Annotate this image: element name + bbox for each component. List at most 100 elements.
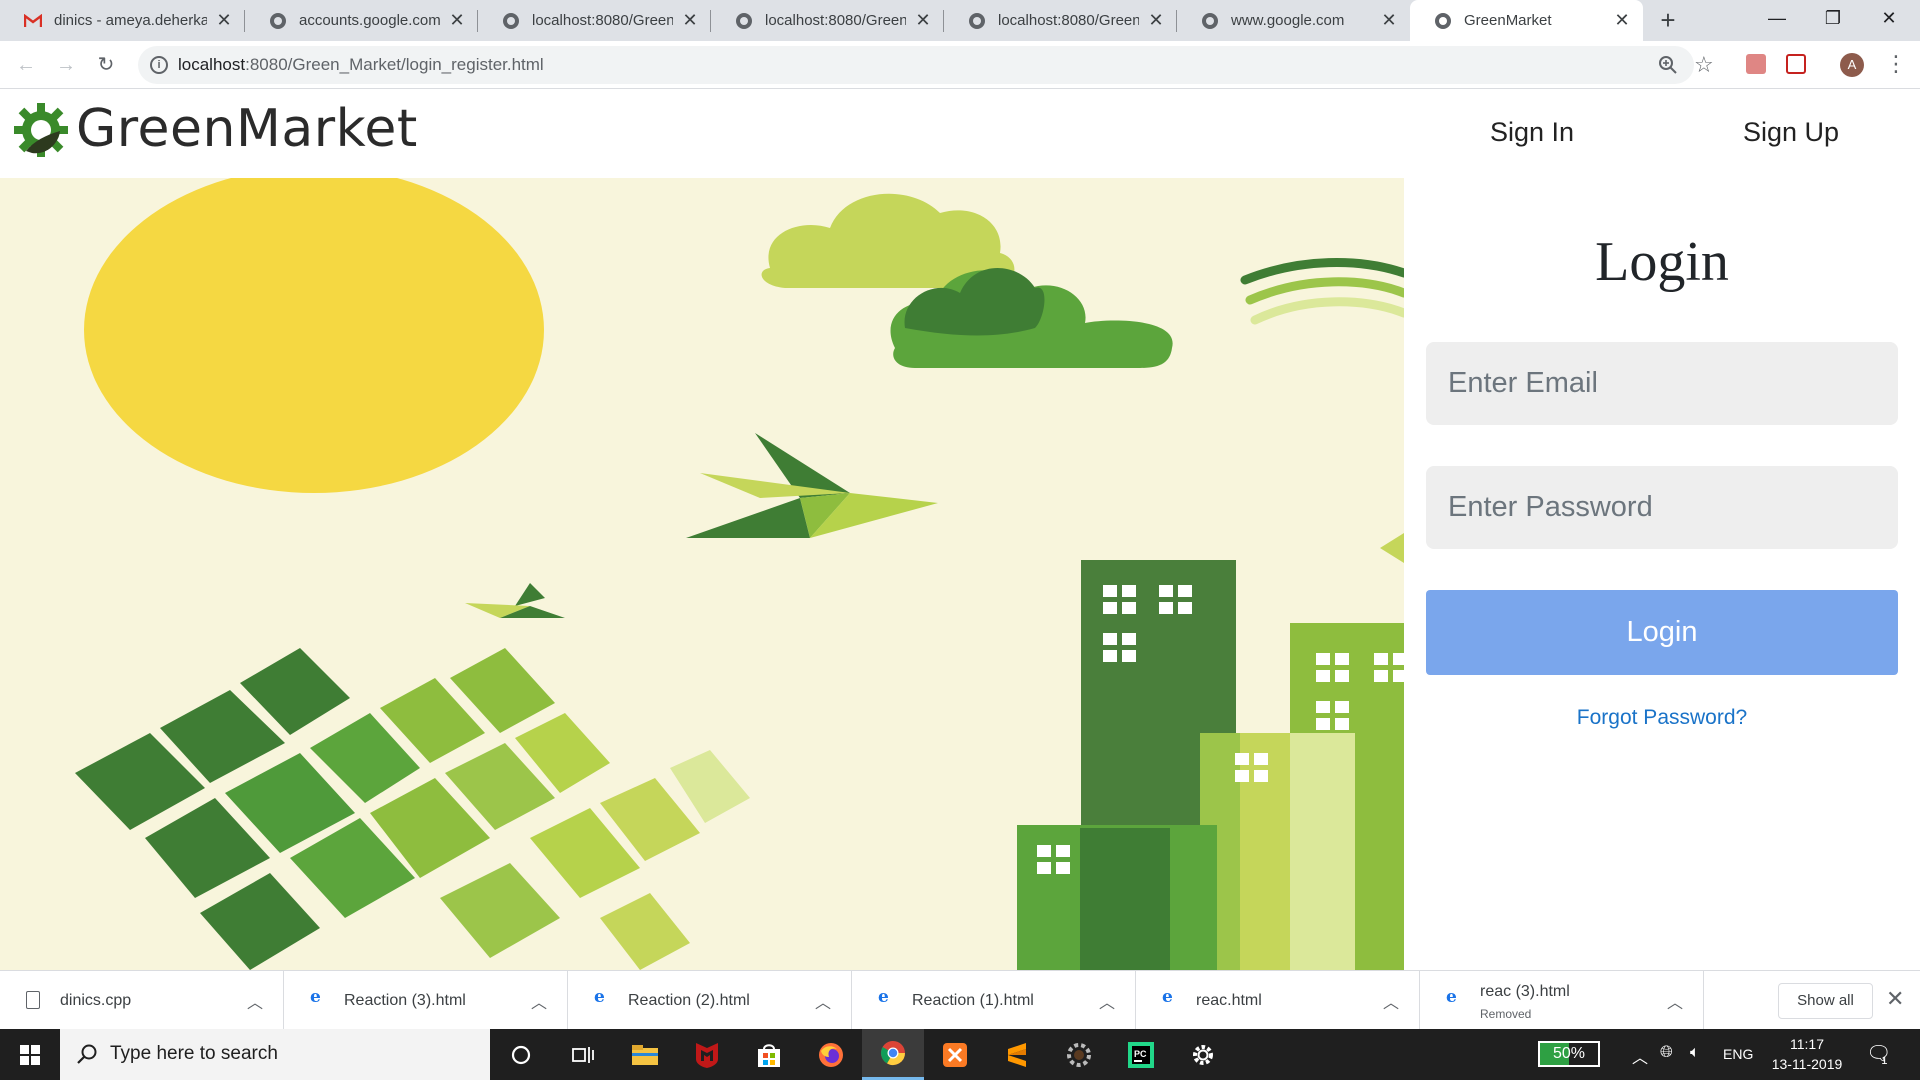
brand-name[interactable]: GreenMarket xyxy=(76,99,418,159)
chevron-up-icon[interactable]: ︿ xyxy=(815,989,831,1013)
tab-accounts-google[interactable]: accounts.google.com ✕ xyxy=(245,0,478,41)
search-placeholder: Type here to search xyxy=(110,1043,278,1064)
globe-icon xyxy=(502,12,520,30)
close-tab-icon[interactable]: ✕ xyxy=(215,10,233,31)
language-indicator[interactable]: ENG xyxy=(1723,1046,1753,1062)
forgot-password-link[interactable]: Forgot Password? xyxy=(1404,706,1920,730)
settings-gear-app-icon[interactable] xyxy=(1048,1029,1110,1080)
tab-title: www.google.com xyxy=(1231,12,1345,29)
nav-sign-in-link[interactable]: Sign In xyxy=(1490,117,1574,148)
address-bar[interactable]: i localhost:8080/Green_Market/login_regi… xyxy=(138,46,1714,84)
chevron-up-icon[interactable]: ︿ xyxy=(1632,1044,1648,1068)
origami-bird-large xyxy=(686,433,938,538)
file-explorer-icon[interactable] xyxy=(614,1029,676,1080)
clock[interactable]: 11:17 13-11-2019 xyxy=(1762,1034,1852,1074)
close-tab-icon[interactable]: ✕ xyxy=(448,10,466,31)
windows-taskbar: Type here to search PC 50% ︿ 🌐︎ 🔈︎ ENG 1… xyxy=(0,1029,1920,1080)
clouds xyxy=(761,193,1173,368)
tab-title: GreenMarket xyxy=(1464,12,1552,29)
download-item[interactable]: e reac.html ︿ xyxy=(1136,971,1420,1030)
tab-localhost-1[interactable]: localhost:8080/Green_M ✕ xyxy=(478,0,711,41)
site-header: GreenMarket Sign In Sign Up xyxy=(0,89,1920,178)
tab-title: localhost:8080/Green_M xyxy=(998,12,1139,29)
chevron-up-icon[interactable]: ︿ xyxy=(531,989,547,1013)
download-name: Reaction (1).html xyxy=(912,992,1034,1009)
close-tab-icon[interactable]: ✕ xyxy=(1380,10,1398,31)
login-title: Login xyxy=(1595,231,1729,293)
notification-count: 1 xyxy=(1881,1055,1888,1067)
sublime-text-icon[interactable] xyxy=(986,1029,1048,1080)
tab-localhost-2[interactable]: localhost:8080/Green_M ✕ xyxy=(711,0,944,41)
email-field[interactable] xyxy=(1426,342,1898,425)
globe-icon xyxy=(1201,12,1219,30)
close-tab-icon[interactable]: ✕ xyxy=(1613,10,1631,31)
chevron-up-icon[interactable]: ︿ xyxy=(1667,989,1683,1013)
network-globe-icon[interactable]: 🌐︎ xyxy=(1660,1044,1673,1062)
forward-icon[interactable]: → xyxy=(52,51,80,79)
avatar[interactable]: A xyxy=(1840,53,1864,77)
chrome-icon[interactable] xyxy=(862,1029,924,1080)
tab-localhost-3[interactable]: localhost:8080/Green_M ✕ xyxy=(944,0,1177,41)
download-item[interactable]: e Reaction (1).html ︿ xyxy=(852,971,1136,1030)
search-icon xyxy=(76,1043,98,1070)
tab-title: dinics - ameya.deherkar xyxy=(54,12,207,29)
download-name: reac.html xyxy=(1196,992,1262,1009)
pycharm-icon[interactable]: PC xyxy=(1110,1029,1172,1080)
xampp-icon[interactable] xyxy=(924,1029,986,1080)
pdf-extension-icon[interactable] xyxy=(1746,54,1766,74)
restore-icon[interactable]: ❐ xyxy=(1810,0,1856,36)
gmail-icon xyxy=(24,12,42,30)
mcafee-icon[interactable] xyxy=(676,1029,738,1080)
cortana-icon[interactable] xyxy=(490,1029,552,1080)
download-name: dinics.cpp xyxy=(60,992,132,1009)
bookmark-star-icon[interactable]: ☆ xyxy=(1694,52,1714,78)
info-icon[interactable]: i xyxy=(150,56,168,74)
browser-menu-icon[interactable]: ⋮ xyxy=(1884,51,1908,79)
close-tab-icon[interactable]: ✕ xyxy=(914,10,932,31)
download-status: Removed xyxy=(1480,1007,1532,1021)
volume-icon[interactable]: 🔈︎ xyxy=(1690,1044,1700,1062)
zoom-icon[interactable] xyxy=(1658,55,1678,80)
battery-percent: 50% xyxy=(1552,1045,1586,1062)
pocket-extension-icon[interactable] xyxy=(1786,54,1806,74)
back-icon[interactable]: ← xyxy=(12,51,40,79)
tab-greenmarket[interactable]: GreenMarket ✕ xyxy=(1410,0,1643,41)
window-close-icon[interactable]: ✕ xyxy=(1866,0,1912,36)
login-button[interactable]: Login xyxy=(1426,590,1898,675)
tab-title: accounts.google.com xyxy=(299,12,440,29)
download-item[interactable]: e Reaction (3).html ︿ xyxy=(284,971,568,1030)
battery-indicator[interactable]: 50% xyxy=(1538,1041,1600,1067)
chevron-up-icon[interactable]: ︿ xyxy=(1099,989,1115,1013)
tab-google[interactable]: www.google.com ✕ xyxy=(1177,0,1410,41)
globe-icon xyxy=(735,12,753,30)
settings-icon[interactable] xyxy=(1172,1029,1234,1080)
close-tab-icon[interactable]: ✕ xyxy=(1147,10,1165,31)
close-shelf-icon[interactable]: ✕ xyxy=(1886,986,1904,1012)
show-all-button[interactable]: Show all xyxy=(1778,983,1873,1019)
hero-illustration xyxy=(0,178,1404,970)
minimize-icon[interactable]: — xyxy=(1754,0,1800,36)
windows-start-icon[interactable] xyxy=(0,1029,60,1080)
globe-icon xyxy=(1434,12,1452,30)
firefox-icon[interactable] xyxy=(800,1029,862,1080)
close-tab-icon[interactable]: ✕ xyxy=(681,10,699,31)
chevron-up-icon[interactable]: ︿ xyxy=(1383,989,1399,1013)
chevron-up-icon[interactable]: ︿ xyxy=(247,989,263,1013)
ie-file-icon: e xyxy=(878,987,889,1007)
download-item[interactable]: dinics.cpp ︿ xyxy=(0,971,284,1030)
store-icon[interactable] xyxy=(738,1029,800,1080)
ie-file-icon: e xyxy=(310,987,321,1007)
notification-center-icon[interactable]: 🗨︎1 xyxy=(1866,1041,1898,1067)
nav-sign-up-link[interactable]: Sign Up xyxy=(1743,117,1839,148)
taskbar-search[interactable]: Type here to search xyxy=(60,1029,490,1080)
reload-icon[interactable]: ↻ xyxy=(92,51,120,79)
download-item[interactable]: e reac (3).html Removed ︿ xyxy=(1420,971,1704,1030)
file-icon xyxy=(26,991,40,1009)
url-text[interactable]: localhost:8080/Green_Market/login_regist… xyxy=(178,55,544,75)
task-view-icon[interactable] xyxy=(552,1029,614,1080)
new-tab-button[interactable]: + xyxy=(1653,6,1683,36)
tab-gmail[interactable]: dinics - ameya.deherkar ✕ xyxy=(0,0,245,41)
login-panel: Login Login Forgot Password? xyxy=(1404,178,1920,970)
download-item[interactable]: e Reaction (2).html ︿ xyxy=(568,971,852,1030)
password-field[interactable] xyxy=(1426,466,1898,549)
